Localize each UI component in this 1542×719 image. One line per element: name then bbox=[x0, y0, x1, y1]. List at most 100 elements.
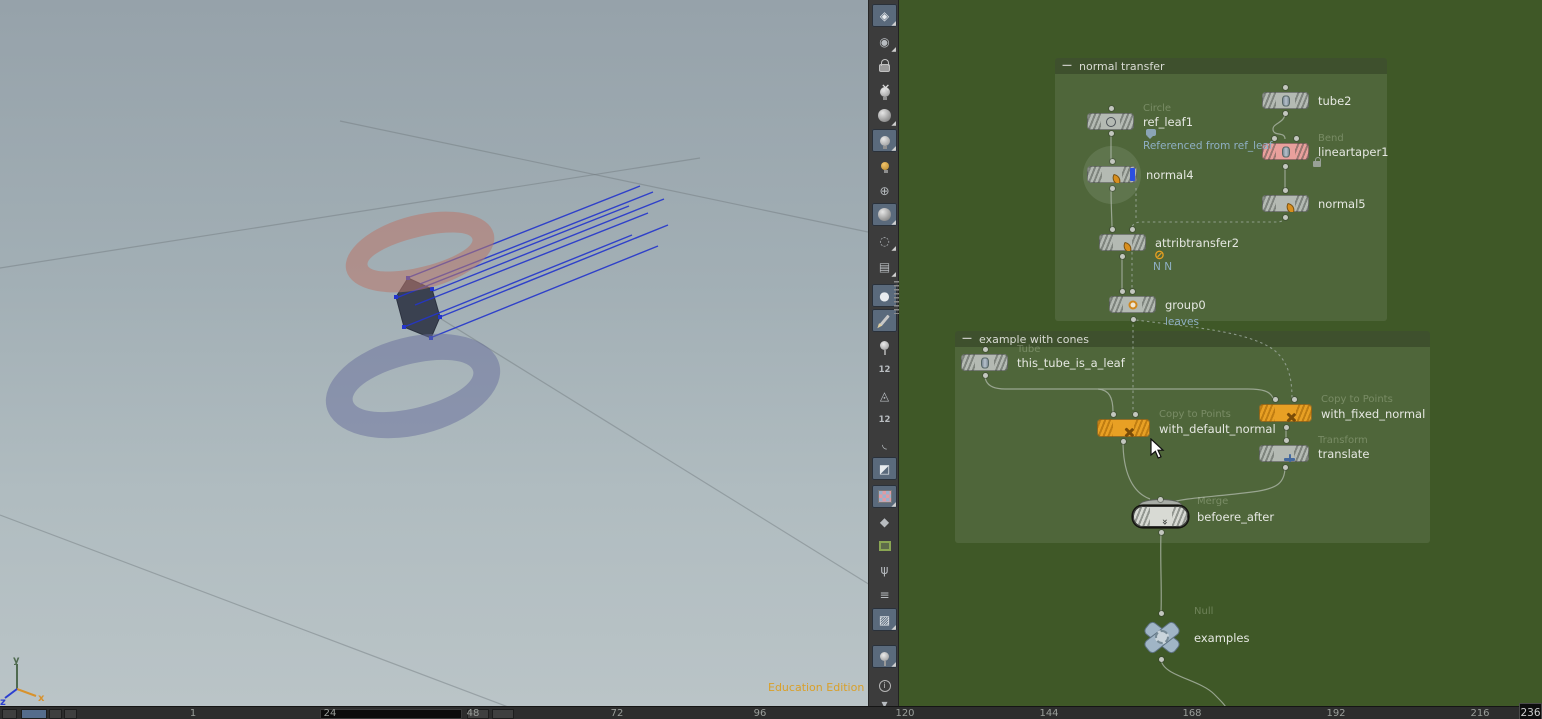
node-name-label[interactable]: group0 bbox=[1165, 298, 1206, 312]
node-name-label[interactable]: tube2 bbox=[1318, 94, 1352, 108]
ghost-objects-icon[interactable]: ◌◢ bbox=[872, 229, 897, 252]
node-port[interactable] bbox=[1294, 136, 1299, 141]
node-name-label[interactable]: befoere_after bbox=[1197, 510, 1274, 524]
node-port[interactable] bbox=[1111, 412, 1116, 417]
node-port[interactable] bbox=[1109, 131, 1114, 136]
display-objects-icon[interactable]: ▤◢▸ bbox=[872, 255, 897, 278]
comment-bubble-icon[interactable] bbox=[1146, 129, 1156, 136]
node-name-label[interactable]: translate bbox=[1318, 447, 1369, 461]
node-port[interactable] bbox=[1283, 465, 1288, 470]
node-port[interactable] bbox=[1158, 497, 1163, 502]
headlight-only-icon[interactable]: ◢ bbox=[872, 104, 897, 127]
node-examples[interactable] bbox=[1139, 616, 1185, 658]
pin-points-icon[interactable] bbox=[872, 334, 897, 357]
node-port[interactable] bbox=[1284, 425, 1289, 430]
node-befoere_after[interactable]: » bbox=[1133, 506, 1188, 527]
group-markers-icon[interactable] bbox=[872, 534, 897, 557]
visualizers-menu-icon[interactable]: ≡ bbox=[872, 583, 897, 606]
node-port[interactable] bbox=[1283, 215, 1288, 220]
uv-texture-checker-icon[interactable]: ◢ bbox=[872, 485, 897, 508]
vertex-markers-icon[interactable]: ◆ bbox=[872, 510, 897, 533]
point-numbers-icon[interactable]: 12 bbox=[872, 358, 897, 381]
node-port[interactable] bbox=[1272, 136, 1277, 141]
node-port[interactable] bbox=[1159, 530, 1164, 535]
display-flag[interactable] bbox=[1130, 168, 1136, 181]
node-port[interactable] bbox=[1284, 438, 1289, 443]
node-port[interactable] bbox=[1109, 106, 1114, 111]
node-port[interactable] bbox=[1283, 111, 1288, 116]
node-port[interactable] bbox=[1273, 397, 1278, 402]
playbar-button[interactable] bbox=[49, 709, 62, 719]
node-port[interactable] bbox=[1130, 227, 1135, 232]
node-group0[interactable] bbox=[1109, 296, 1156, 313]
node-port[interactable] bbox=[1159, 657, 1164, 662]
camera-view-tool-icon[interactable]: ◈◢ bbox=[872, 4, 897, 27]
node-tube2[interactable] bbox=[1262, 92, 1309, 109]
flyout-corner-icon: ◢ bbox=[891, 47, 896, 53]
playbar-button[interactable] bbox=[21, 709, 47, 719]
show-handles-tool-icon[interactable]: ◉◢▸ bbox=[872, 30, 897, 53]
node-port[interactable] bbox=[1292, 397, 1297, 402]
node-this_tube_is_a_leaf[interactable] bbox=[961, 354, 1008, 371]
scene-viewport[interactable]: Education Edition y x z bbox=[0, 0, 868, 706]
node-name-label[interactable]: examples bbox=[1194, 631, 1250, 645]
node-name-label[interactable]: with_fixed_normal bbox=[1321, 407, 1425, 421]
node-name-label[interactable]: this_tube_is_a_leaf bbox=[1017, 356, 1125, 370]
node-with_default_normal[interactable] bbox=[1097, 419, 1150, 437]
node-port[interactable] bbox=[1130, 289, 1135, 294]
playbar-button[interactable] bbox=[2, 709, 17, 719]
node-port[interactable] bbox=[1133, 412, 1138, 417]
secure-selection-lock-icon[interactable] bbox=[872, 56, 897, 79]
node-with_fixed_normal[interactable] bbox=[1259, 404, 1312, 422]
node-type-label: Transform bbox=[1318, 435, 1368, 446]
snapping-pin-icon[interactable]: ◢ bbox=[872, 645, 897, 668]
playbar-field[interactable] bbox=[320, 709, 462, 719]
node-port[interactable] bbox=[1110, 159, 1115, 164]
pane-divider-grip[interactable] bbox=[894, 281, 899, 314]
node-port[interactable] bbox=[1121, 439, 1126, 444]
node-name-label[interactable]: lineartaper1 bbox=[1318, 145, 1389, 159]
prim-numbers-icon[interactable]: 12 bbox=[872, 408, 897, 431]
node-translate[interactable] bbox=[1259, 445, 1309, 462]
box-normal-transfer-header[interactable]: —normal transfer bbox=[1055, 58, 1387, 74]
node-port[interactable] bbox=[983, 347, 988, 352]
reference-comment: Referenced from ref_leaf bbox=[1143, 140, 1273, 152]
node-name-label[interactable]: ref_leaf1 bbox=[1143, 115, 1193, 129]
view-pivot-icon[interactable]: ⊕ bbox=[872, 179, 897, 202]
playbar-button[interactable] bbox=[64, 709, 77, 719]
point-markers-icon[interactable]: ◬ bbox=[872, 384, 897, 407]
node-port[interactable] bbox=[1131, 317, 1136, 322]
node-normal4[interactable] bbox=[1087, 166, 1137, 183]
timeline-bar[interactable]: 124487296120144168192216 bbox=[0, 706, 1542, 719]
minimize-box-icon[interactable]: — bbox=[1062, 61, 1072, 71]
high-quality-lighting-icon[interactable]: ▸ bbox=[872, 154, 897, 177]
normals-display-icon[interactable]: ψ bbox=[872, 558, 897, 581]
node-name-label[interactable]: attribtransfer2 bbox=[1155, 236, 1239, 250]
node-port[interactable] bbox=[1120, 289, 1125, 294]
normal-leaf-icon bbox=[1111, 173, 1122, 183]
smooth-shading-icon[interactable]: ◢ bbox=[872, 203, 897, 226]
network-editor[interactable]: Geometry —normal transfer—example with c… bbox=[900, 0, 1542, 706]
node-port[interactable] bbox=[1110, 227, 1115, 232]
shaded-prims-icon[interactable]: ◩ bbox=[872, 457, 897, 480]
node-port[interactable] bbox=[1283, 85, 1288, 90]
node-port[interactable] bbox=[1159, 611, 1164, 616]
node-normal5[interactable] bbox=[1262, 195, 1309, 212]
node-port[interactable] bbox=[1283, 188, 1288, 193]
node-name-label[interactable]: with_default_normal bbox=[1159, 422, 1276, 436]
minimize-box-icon[interactable]: — bbox=[962, 334, 972, 344]
node-port[interactable] bbox=[983, 373, 988, 378]
profile-curves-icon[interactable]: ◟ bbox=[872, 432, 897, 455]
node-ref_leaf1[interactable] bbox=[1087, 113, 1134, 130]
node-name-label[interactable]: normal4 bbox=[1146, 168, 1194, 182]
node-attribtransfer2[interactable] bbox=[1099, 234, 1146, 251]
node-port[interactable] bbox=[1120, 254, 1125, 259]
playbar-button[interactable] bbox=[492, 709, 514, 719]
node-port[interactable] bbox=[1283, 164, 1288, 169]
disable-lighting-icon[interactable] bbox=[872, 80, 897, 103]
background-image-icon[interactable]: ▨◢ bbox=[872, 608, 897, 631]
node-port[interactable] bbox=[1110, 186, 1115, 191]
current-frame-field[interactable]: 236 bbox=[1519, 703, 1542, 719]
node-name-label[interactable]: normal5 bbox=[1318, 197, 1366, 211]
normal-lighting-icon[interactable]: ◢ bbox=[872, 129, 897, 152]
